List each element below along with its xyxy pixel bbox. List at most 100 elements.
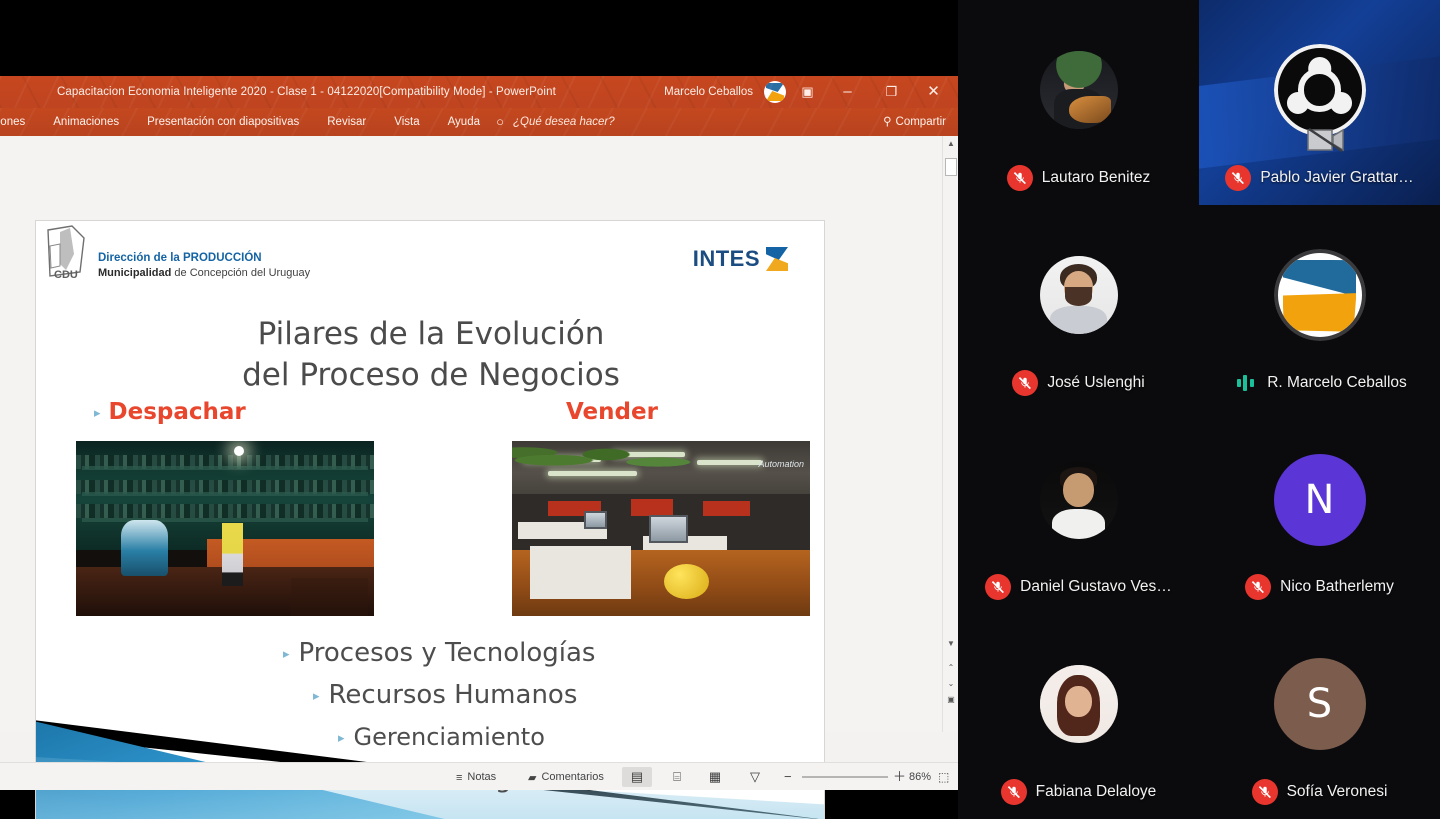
zoom-level-value[interactable]: 86% <box>909 763 931 791</box>
tab-ayuda[interactable]: Ayuda <box>434 108 494 136</box>
audio-level-icon <box>1232 370 1258 396</box>
screenshot-root: Capacitacion Economia Inteligente 2020 -… <box>0 0 1440 819</box>
restore-button[interactable]: ❐ <box>869 76 914 108</box>
slide-title: Pilares de la Evolución del Proceso de N… <box>36 314 824 396</box>
avatar <box>1039 51 1118 130</box>
office-illustration: Automation <box>512 441 810 616</box>
ribbon-tab-bar: ciones Animaciones Presentación con diap… <box>0 108 958 136</box>
notes-label: Notas <box>467 771 497 783</box>
ribbon-tabs: ciones Animaciones Presentación con diap… <box>0 108 494 136</box>
powerpoint-status-bar: ≡ Notas ▰ Comentarios ▤ ⌸ ▦ ▽ − ＋ 86% ⬚ <box>0 762 958 790</box>
select-browse-object-button[interactable]: ▣ <box>945 693 957 707</box>
photo-oficina-moderna: Automation <box>512 441 810 616</box>
scroll-up-arrow-icon[interactable]: ▲ <box>943 136 959 152</box>
bullet-icon: ▸ <box>94 406 101 421</box>
avatar <box>1273 248 1366 341</box>
column-header-despachar-label: Despachar <box>108 399 246 425</box>
slide-title-line2: del Proceso de Negocios <box>242 357 620 393</box>
microphone-muted-icon <box>1251 779 1278 805</box>
zoom-slider-track[interactable] <box>802 776 888 778</box>
notes-button[interactable]: ≡ Notas <box>456 763 496 791</box>
cdu-logo-icon: CDU <box>47 225 85 281</box>
account-avatar[interactable] <box>764 81 786 103</box>
view-slide-sorter-button[interactable]: ⌸ <box>662 767 692 787</box>
store-illustration <box>76 441 374 616</box>
tab-presentacion-con-diapositivas[interactable]: Presentación con diapositivas <box>133 108 313 136</box>
view-slideshow-button[interactable]: ▽ <box>740 767 770 787</box>
comments-icon: ▰ <box>528 772 537 784</box>
comments-button[interactable]: ▰ Comentarios <box>528 763 604 791</box>
slide-vertical-scrollbar[interactable]: ▲ ▼ ⌃ ⌄ ▣ <box>942 136 958 732</box>
view-normal-button[interactable]: ▤ <box>622 767 652 787</box>
scroll-down-arrow-icon[interactable]: ▼ <box>943 636 959 652</box>
tab-transiciones[interactable]: ciones <box>0 108 39 136</box>
participant-tile-daniel-gustavo-ves[interactable]: Daniel Gustavo Ves… <box>958 409 1199 615</box>
participant-tile-r-marcelo-ceballos[interactable]: R. Marcelo Ceballos <box>1199 204 1440 410</box>
column-header-vender-label: Vender <box>566 399 658 425</box>
view-reading-button[interactable]: ▦ <box>700 767 730 787</box>
participant-tile-fabiana-delaloye[interactable]: Fabiana Delaloye <box>958 614 1199 819</box>
org-line-produccion: Dirección de la PRODUCCIÓN <box>98 252 262 264</box>
comments-label: Comentarios <box>541 771 604 783</box>
next-slide-button[interactable]: ⌄ <box>945 677 957 691</box>
photo-almacen-tradicional <box>76 441 374 616</box>
scrollbar-thumb[interactable] <box>945 158 957 176</box>
avatar-initial: S <box>1273 658 1366 751</box>
lightbulb-icon: ○ <box>496 114 504 129</box>
tab-animaciones[interactable]: Animaciones <box>39 108 133 136</box>
org-municipalidad-bold: Municipalidad <box>98 267 172 279</box>
microphone-muted-icon <box>1245 574 1272 601</box>
participant-name: Fabiana Delaloye <box>1035 783 1157 800</box>
column-header-vender: Vender <box>566 399 658 425</box>
bullet-label: Procesos y Tecnologías <box>298 638 596 668</box>
intes-wordmark: INTES <box>692 246 760 271</box>
shared-screen-region: Capacitacion Economia Inteligente 2020 -… <box>0 0 958 819</box>
participant-name-row: Daniel Gustavo Ves… <box>958 574 1199 601</box>
slide-canvas[interactable]: CDU Dirección de la PRODUCCIÓN Municipal… <box>35 220 825 819</box>
fit-slide-to-window-button[interactable]: ⬚ <box>938 763 949 791</box>
account-name[interactable]: Marcelo Ceballos <box>664 76 753 108</box>
zoom-in-button[interactable]: ＋ <box>893 763 906 791</box>
previous-slide-button[interactable]: ⌃ <box>945 661 957 675</box>
participant-name: R. Marcelo Ceballos <box>1267 373 1407 391</box>
bullet-icon: ▸ <box>338 731 345 746</box>
participant-tile-nico-batherlemy[interactable]: N Nico Batherlemy <box>1199 409 1440 615</box>
intes-arrow-icon <box>764 246 790 272</box>
participant-name: Nico Batherlemy <box>1280 578 1394 596</box>
close-button[interactable]: ✕ <box>911 76 956 108</box>
tab-vista[interactable]: Vista <box>380 108 433 136</box>
org-municipalidad-rest: de Concepción del Uruguay <box>171 267 311 279</box>
participant-tile-jose-uslenghi[interactable]: José Uslenghi <box>958 204 1199 410</box>
intes-logo: INTES <box>693 245 790 273</box>
microphone-muted-icon <box>1012 369 1039 396</box>
slide-work-area: CDU Dirección de la PRODUCCIÓN Municipal… <box>0 136 958 819</box>
tell-me-input[interactable]: ¿Qué desea hacer? <box>513 108 615 136</box>
participant-name-row: Lautaro Benitez <box>958 164 1199 191</box>
zoom-out-button[interactable]: − <box>784 763 792 791</box>
bullet-item-procesos: ▸ Procesos y Tecnologías <box>36 633 824 675</box>
minimize-button[interactable]: – <box>825 76 870 108</box>
avatar: S <box>1273 658 1366 751</box>
powerpoint-title-bar: Capacitacion Economia Inteligente 2020 -… <box>0 76 958 108</box>
share-button[interactable]: ⚲ Compartir <box>883 108 946 136</box>
participant-tile-sofia-veronesi[interactable]: S Sofía Veronesi <box>1199 614 1440 819</box>
participant-tile-pablo-javier-grattar[interactable]: Pablo Javier Grattar… <box>1199 0 1440 205</box>
participant-tile-lautaro-benitez[interactable]: Lautaro Benitez <box>958 0 1199 205</box>
microphone-muted-icon <box>1006 164 1033 191</box>
avatar <box>1273 44 1366 137</box>
bullet-label: Recursos Humanos <box>328 680 578 710</box>
participant-name-row: Sofía Veronesi <box>1199 779 1440 805</box>
slide-title-line1: Pilares de la Evolución <box>257 316 605 352</box>
participant-name-row: Nico Batherlemy <box>1199 574 1440 601</box>
participant-name: Daniel Gustavo Ves… <box>1020 578 1172 596</box>
ribbon-display-options-icon[interactable]: ▣ <box>785 76 830 108</box>
bullet-icon: ▸ <box>313 689 320 704</box>
camera-off-icon <box>1306 127 1344 152</box>
zoom-participant-grid: Lautaro Benitez Pablo Javier Grattar… Jo… <box>958 0 1440 819</box>
notes-icon: ≡ <box>456 772 463 784</box>
tab-revisar[interactable]: Revisar <box>313 108 380 136</box>
microphone-muted-icon <box>1000 779 1027 805</box>
avatar-initial: N <box>1273 453 1366 546</box>
share-label: Compartir <box>895 116 946 128</box>
bullet-item-gerenciamiento: ▸ Gerenciamiento <box>36 717 824 759</box>
